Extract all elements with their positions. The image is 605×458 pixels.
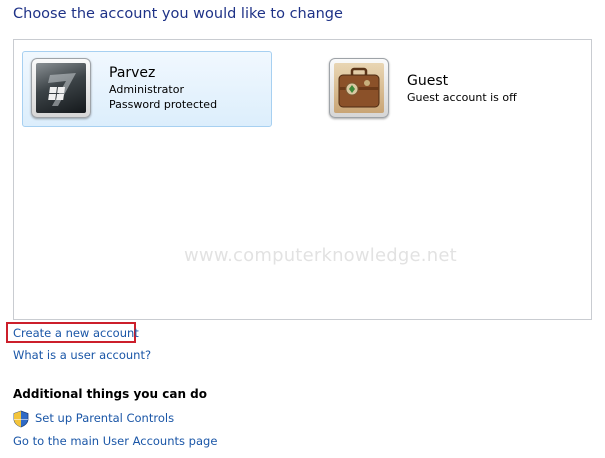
account-picture-guest xyxy=(329,58,389,118)
account-name: Parvez xyxy=(109,65,156,81)
account-picture-parvez xyxy=(31,58,91,118)
suitcase-icon xyxy=(338,67,380,108)
shield-icon xyxy=(13,410,29,428)
account-status: Guest account is off xyxy=(407,91,517,104)
create-account-link[interactable]: Create a new account xyxy=(13,326,139,340)
what-is-user-account-link[interactable]: What is a user account? xyxy=(13,348,151,362)
main-user-accounts-link[interactable]: Go to the main User Accounts page xyxy=(13,434,217,448)
watermark: www.computerknowledge.net xyxy=(184,245,457,266)
additional-section-title: Additional things you can do xyxy=(13,387,208,401)
parental-controls-link[interactable]: Set up Parental Controls xyxy=(35,411,174,425)
accounts-panel: Parvez Administrator Password protected … xyxy=(13,39,592,320)
account-password-status: Password protected xyxy=(109,98,218,111)
account-tile-guest[interactable]: Guest Guest account is off xyxy=(320,51,520,127)
account-info-parvez: Parvez Administrator Password protected xyxy=(109,65,217,112)
windows-logo-icon xyxy=(48,73,76,106)
account-tile-parvez[interactable]: Parvez Administrator Password protected xyxy=(22,51,272,127)
account-type: Administrator xyxy=(109,83,184,96)
page-heading: Choose the account you would like to cha… xyxy=(13,6,343,22)
account-name: Guest xyxy=(407,73,449,89)
account-info-guest: Guest Guest account is off xyxy=(407,73,517,105)
